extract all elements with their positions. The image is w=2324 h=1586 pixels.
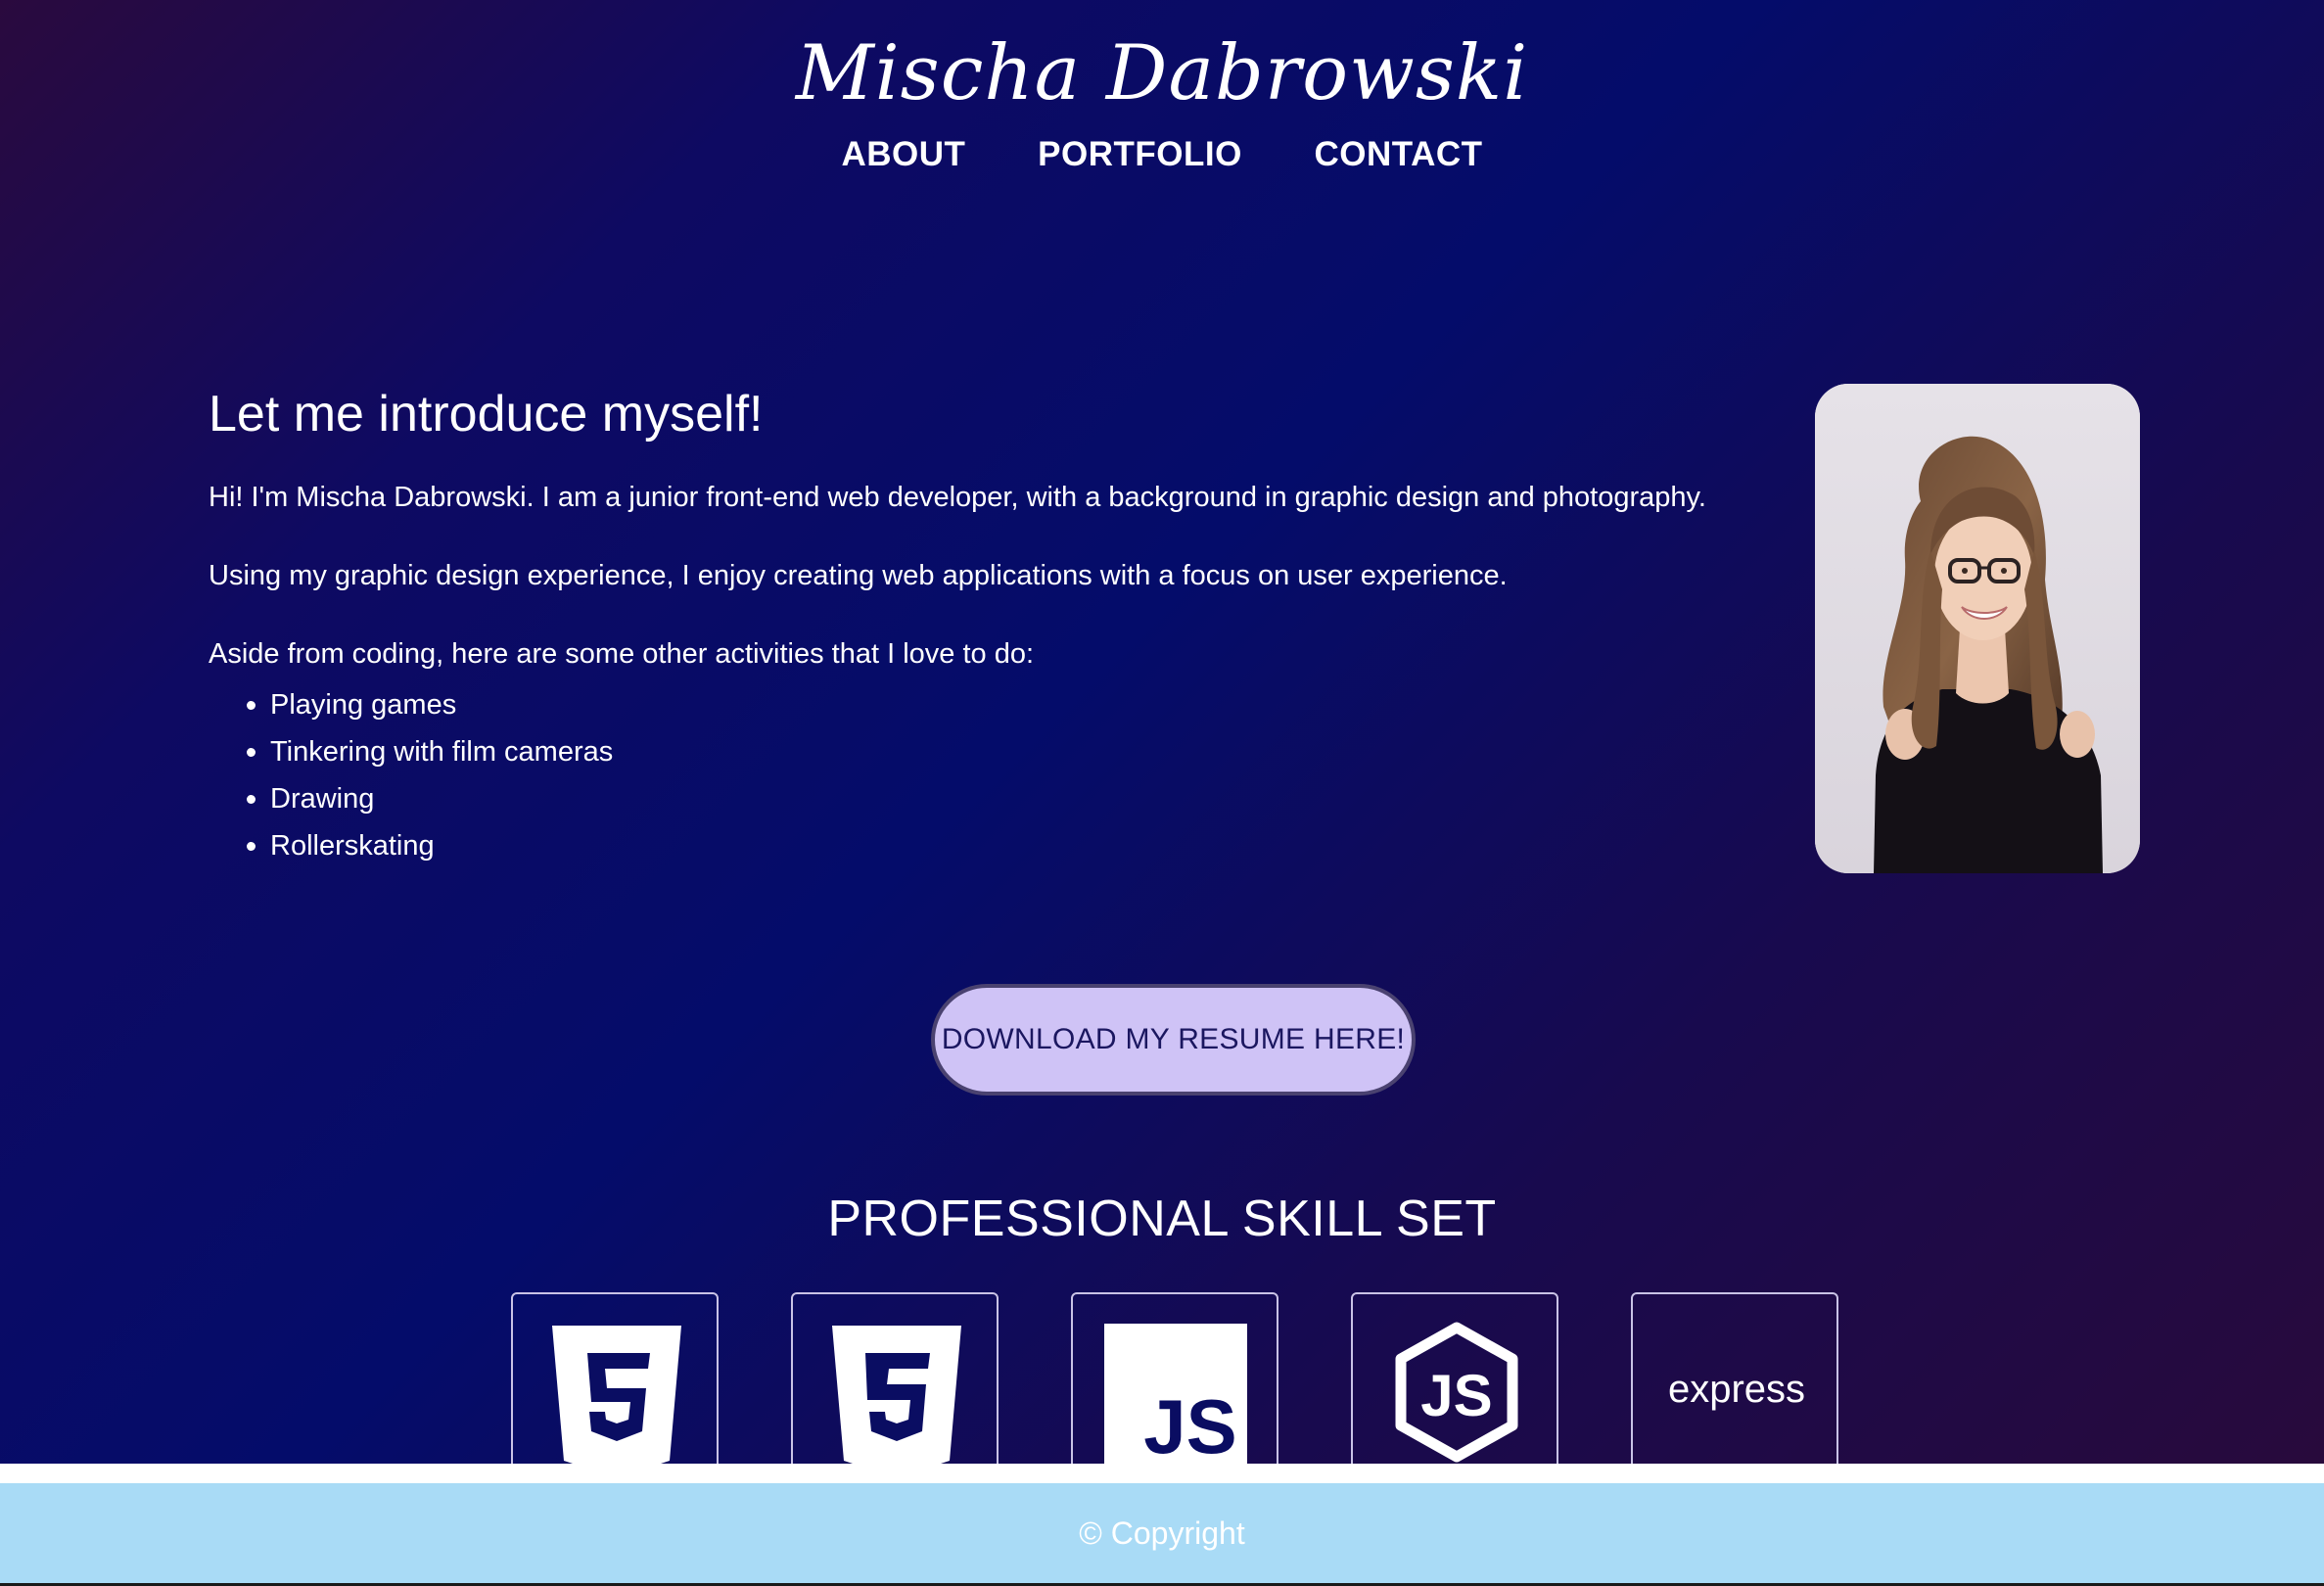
activity-item: Rollerskating: [270, 822, 1794, 869]
site-title: Mischa Dabrowski: [795, 29, 1529, 117]
profile-photo: [1815, 384, 2140, 873]
about-intro-paragraph: Hi! I'm Mischa Dabrowski. I am a junior …: [209, 482, 1706, 513]
express-icon-label: express: [1668, 1368, 1805, 1411]
activity-item: Drawing: [270, 775, 1794, 822]
footer: © Copyright: [0, 1483, 2324, 1586]
main-nav: ABOUT PORTFOLIO CONTACT: [0, 135, 2324, 174]
nav-link-contact[interactable]: CONTACT: [1315, 135, 1483, 174]
nodejs-icon: JS: [1351, 1292, 1558, 1464]
page: Mischa Dabrowski ABOUT PORTFOLIO CONTACT…: [0, 0, 2324, 1464]
skills-title: PROFESSIONAL SKILL SET: [827, 1190, 1497, 1247]
css3-icon: [791, 1292, 999, 1464]
copyright-text: © Copyright: [1079, 1516, 1245, 1551]
about-design-paragraph: Using my graphic design experience, I en…: [209, 560, 1508, 591]
activities-intro: Aside from coding, here are some other a…: [209, 638, 1035, 670]
nav-link-portfolio[interactable]: PORTFOLIO: [1038, 135, 1242, 174]
profile-photo-illustration: [1815, 384, 2140, 873]
activities-list: Playing games Tinkering with film camera…: [209, 681, 1794, 869]
html5-icon: [511, 1292, 719, 1464]
activity-item: Playing games: [270, 681, 1794, 728]
javascript-icon-label: JS: [1143, 1383, 1236, 1464]
nodejs-icon-label: JS: [1420, 1363, 1492, 1428]
about-section: Let me introduce myself! Hi! I'm Mischa …: [209, 380, 1794, 869]
nav-link-about[interactable]: ABOUT: [841, 135, 965, 174]
express-icon: express: [1631, 1292, 1838, 1464]
activity-item: Tinkering with film cameras: [270, 728, 1794, 775]
download-resume-button[interactable]: DOWNLOAD MY RESUME HERE!: [931, 984, 1416, 1096]
about-heading: Let me introduce myself!: [209, 386, 764, 443]
footer-divider: [0, 1464, 2324, 1483]
javascript-icon: JS: [1071, 1292, 1278, 1464]
